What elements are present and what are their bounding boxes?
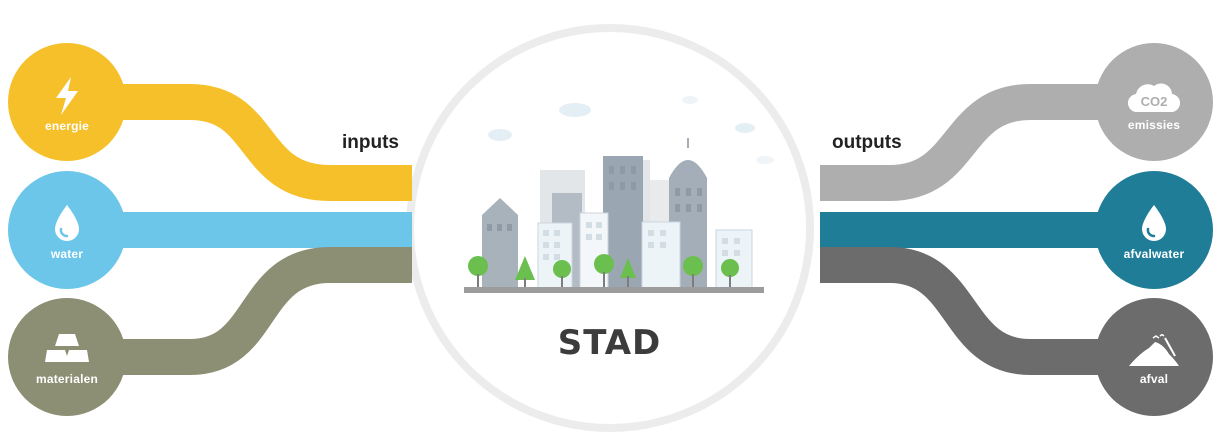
water-drop-icon: [55, 205, 79, 241]
urban-metabolism-diagram: inputs outputs energie water materialen …: [0, 0, 1219, 432]
lightning-icon: [56, 77, 78, 115]
afvalwater-label: afvalwater: [1123, 247, 1185, 261]
water-node: water: [8, 171, 126, 289]
materialen-label: materialen: [35, 372, 99, 386]
afval-label: afval: [1139, 372, 1169, 386]
afvalwater-node: afvalwater: [1095, 171, 1213, 289]
emissies-node: CO2 emissies: [1095, 43, 1213, 161]
inputs-label: inputs: [342, 132, 399, 153]
city-title: STAD: [557, 323, 662, 363]
flow-lines: [120, 24, 1100, 432]
emissies-label: emissies: [1127, 118, 1181, 132]
energie-node: energie: [8, 43, 126, 161]
co2-text: CO2: [1141, 94, 1168, 109]
co2-cloud-icon: CO2: [1128, 83, 1180, 113]
outputs-label: outputs: [832, 132, 902, 153]
water-drop-icon: [1142, 205, 1166, 241]
water-label: water: [50, 247, 84, 261]
energie-label: energie: [44, 119, 90, 133]
